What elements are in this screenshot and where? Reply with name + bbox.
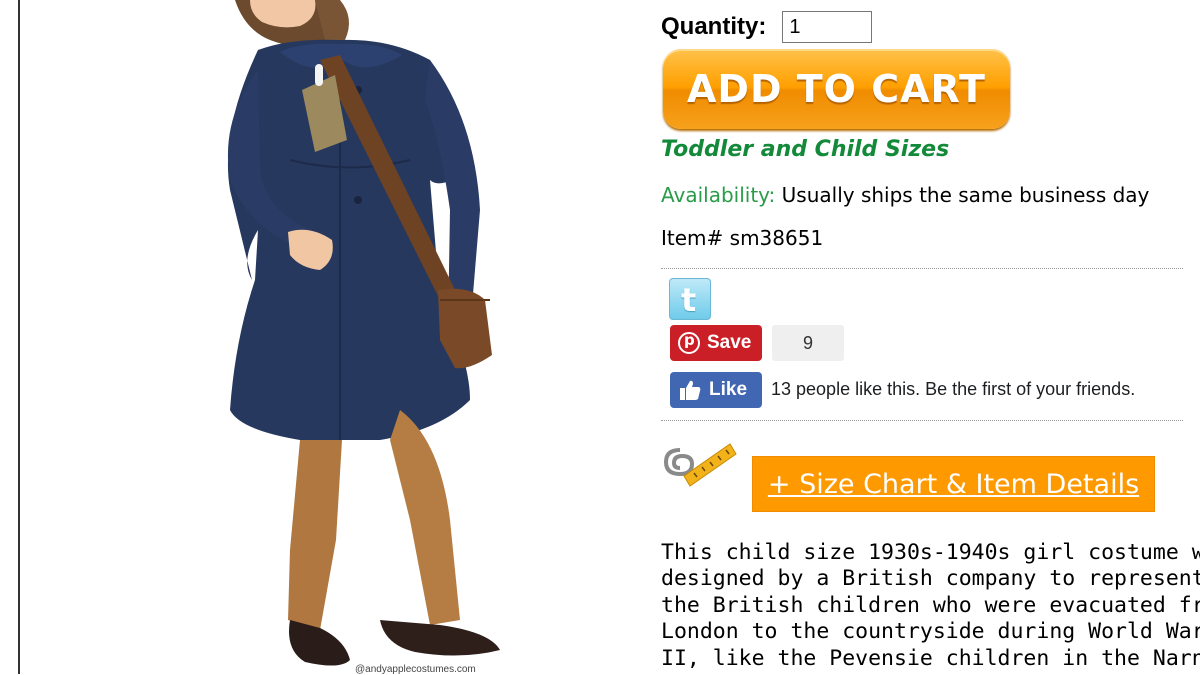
product-description: This child size 1930s-1940s girl costume… — [661, 540, 1200, 672]
description-line: II, like the Pevensie children in the Na… — [661, 645, 1200, 671]
sizes-note: Toddler and Child Sizes — [661, 137, 950, 162]
description-line: the British children who were evacuated … — [661, 592, 1200, 618]
divider — [661, 268, 1183, 269]
description-line: London to the countryside during World W… — [661, 619, 1200, 645]
product-image — [140, 0, 560, 674]
pinterest-icon: p — [678, 331, 700, 354]
size-chart-label: + Size Chart & Item Details — [767, 468, 1140, 500]
twitter-share-button[interactable]: t — [669, 278, 711, 320]
thumbs-up-icon — [680, 380, 701, 400]
measuring-tape-icon — [663, 443, 737, 487]
pinterest-save-label: Save — [707, 332, 752, 353]
description-line: This child size 1930s-1940s girl costume… — [661, 540, 1200, 565]
add-to-cart-button[interactable]: ADD TO CART — [663, 49, 1010, 129]
quantity-input[interactable] — [782, 11, 873, 43]
pinterest-save-button[interactable]: p Save — [670, 325, 762, 361]
facebook-like-label: Like — [709, 379, 748, 400]
description-line: designed by a British company to represe… — [661, 566, 1200, 592]
quantity-label: Quantity: — [661, 13, 767, 40]
size-chart-button[interactable]: + Size Chart & Item Details — [752, 456, 1155, 512]
availability-value: Usually ships the same business day — [781, 183, 1150, 207]
availability-row: Availability: Usually ships the same bus… — [661, 183, 1149, 207]
page-left-border — [18, 0, 20, 674]
quantity-row: Quantity: — [661, 9, 873, 45]
divider — [661, 420, 1183, 421]
image-watermark: @andyapplecostumes.com — [355, 664, 476, 675]
facebook-like-button[interactable]: Like — [670, 372, 762, 408]
availability-label: Availability: — [661, 183, 776, 207]
facebook-like-text: 13 people like this. Be the first of you… — [771, 379, 1136, 399]
twitter-bird-icon: t — [681, 281, 697, 319]
item-number: Item# sm38651 — [661, 226, 824, 250]
pinterest-count: 9 — [772, 325, 844, 361]
